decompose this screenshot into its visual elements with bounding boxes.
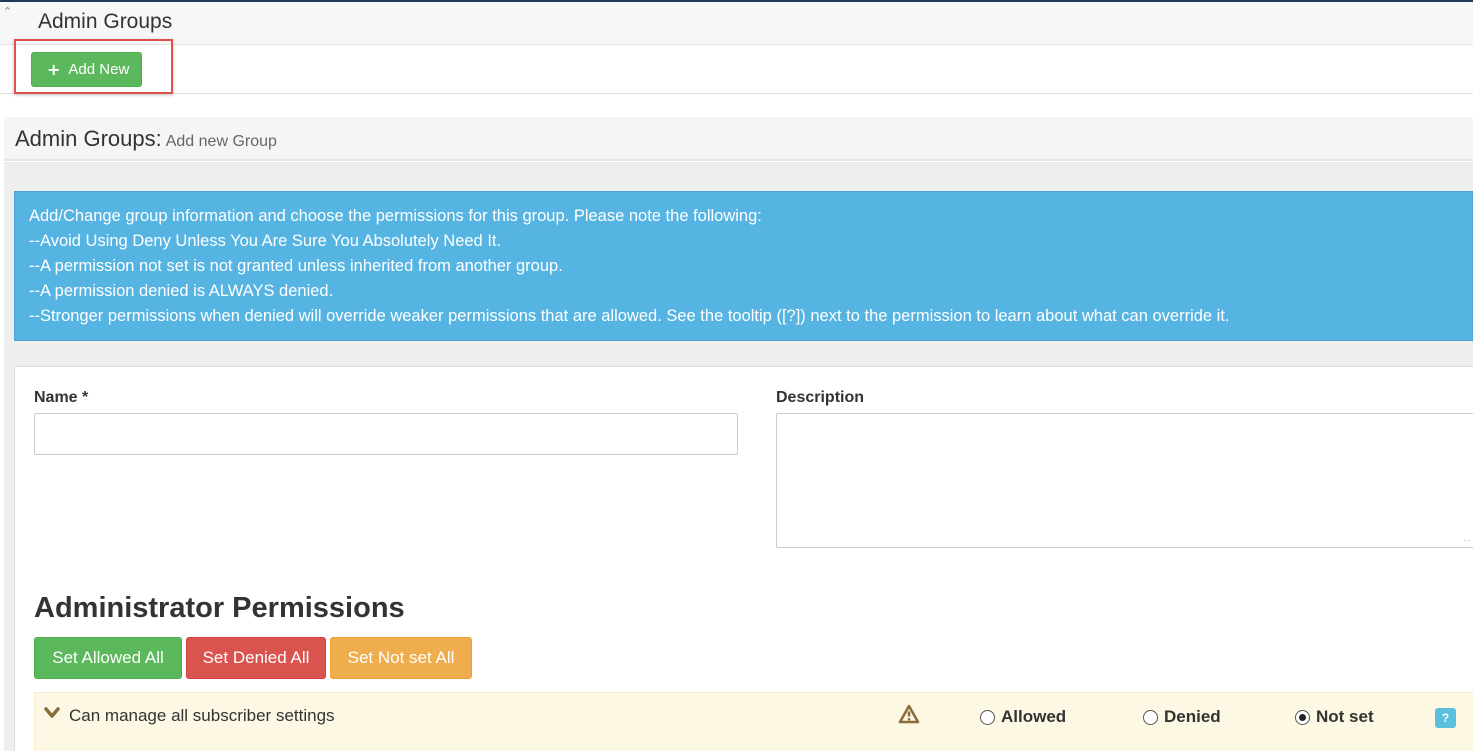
name-label: Name * [34, 389, 89, 406]
radio-allowed-label: Allowed [1001, 707, 1067, 726]
info-line: --Stronger permissions when denied will … [29, 307, 1230, 325]
collapse-caret-icon[interactable]: ⌃ [3, 6, 15, 18]
add-new-label: Add New [68, 61, 130, 78]
radio-button[interactable] [980, 709, 995, 725]
radio-button-selected[interactable] [1295, 709, 1310, 725]
radio-not-set[interactable]: Not set [1295, 707, 1374, 727]
set-allowed-all-button[interactable]: Set Allowed All [34, 637, 182, 679]
radio-allowed[interactable]: Allowed [980, 707, 1066, 727]
permission-label: Can manage all subscriber settings [69, 706, 335, 725]
permissions-heading: Administrator Permissions [34, 592, 405, 624]
section-subtitle: Add new Group [165, 133, 277, 150]
warning-icon [898, 704, 920, 724]
section-header: Admin Groups: Add new Group [4, 117, 1473, 161]
info-alert: Add/Change group information and choose … [14, 191, 1473, 341]
radio-denied[interactable]: Denied [1143, 707, 1221, 727]
page-header: ⌃ Admin Groups [0, 2, 1473, 45]
section-title-text: Admin Groups: [15, 126, 162, 151]
plus-icon: + [47, 59, 61, 79]
add-new-button[interactable]: + Add New [31, 52, 142, 87]
info-line: --A permission not set is not granted un… [29, 257, 563, 275]
resize-grip-icon[interactable]: ⋯ [1463, 537, 1471, 545]
radio-not-set-label: Not set [1316, 707, 1374, 726]
name-input[interactable] [34, 413, 738, 455]
info-line: --A permission denied is ALWAYS denied. [29, 282, 334, 300]
set-not-set-all-button[interactable]: Set Not set All [330, 637, 472, 679]
description-label: Description [776, 389, 865, 406]
radio-denied-label: Denied [1164, 707, 1221, 726]
help-tooltip-button[interactable]: ? [1435, 708, 1456, 728]
section-title: Admin Groups: Add new Group [15, 126, 277, 152]
description-textarea[interactable]: ⋯ [776, 413, 1473, 548]
info-line: Add/Change group information and choose … [29, 207, 762, 225]
page-title: Admin Groups [38, 10, 173, 33]
info-line: --Avoid Using Deny Unless You Are Sure Y… [29, 232, 502, 250]
toolbar [0, 45, 1473, 94]
radio-button[interactable] [1143, 709, 1158, 725]
set-denied-all-button[interactable]: Set Denied All [186, 637, 326, 679]
chevron-down-icon[interactable] [44, 707, 60, 719]
